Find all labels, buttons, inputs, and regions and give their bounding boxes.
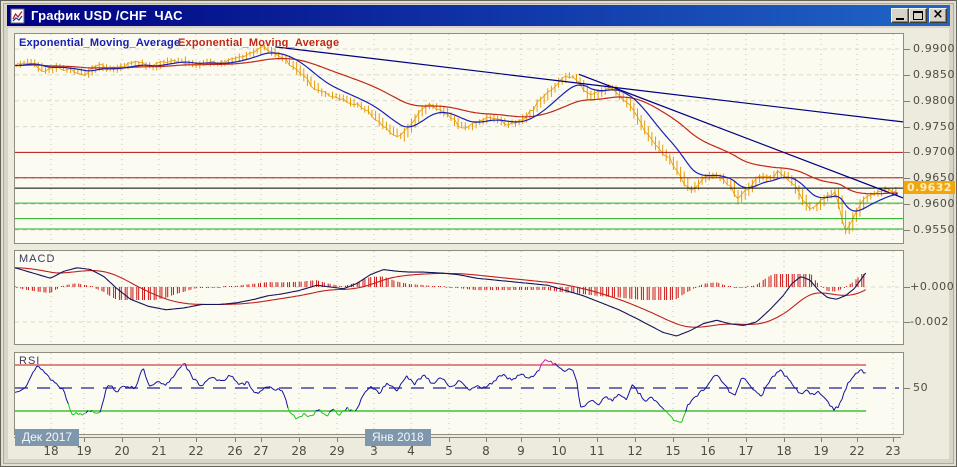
date-axis-tick xyxy=(122,438,123,442)
date-axis-label: 26 xyxy=(222,444,248,458)
date-axis-label: 15 xyxy=(660,444,686,458)
date-axis-label: 20 xyxy=(109,444,135,458)
date-axis-label: 8 xyxy=(473,444,499,458)
price-axis-label: 0.9900 xyxy=(913,42,955,55)
date-axis-label: 10 xyxy=(546,444,572,458)
date-axis-tick xyxy=(337,438,338,442)
price-axis-tick xyxy=(904,204,910,205)
date-axis-label: 18 xyxy=(771,444,797,458)
price-axis-label: 0.9600 xyxy=(913,197,955,210)
date-axis-tick xyxy=(521,438,522,442)
date-axis-tick xyxy=(708,438,709,442)
date-axis-tick xyxy=(261,438,262,442)
rsi-axis-label: 50 xyxy=(913,381,928,394)
price-axis-tick xyxy=(904,230,910,231)
date-axis-tick xyxy=(84,438,85,442)
date-axis-line xyxy=(14,437,901,438)
date-axis-label: 4 xyxy=(398,444,424,458)
price-axis-label: 0.9550 xyxy=(913,223,955,236)
date-axis-tick xyxy=(235,438,236,442)
date-axis-label: 11 xyxy=(584,444,610,458)
date-axis-tick xyxy=(635,438,636,442)
date-axis-label: 16 xyxy=(695,444,721,458)
price-axis-tick xyxy=(904,127,910,128)
date-axis-label: 17 xyxy=(733,444,759,458)
chart-window: График USD /CHF ЧАС × Exponential_Moving… xyxy=(0,0,957,467)
month-badge: Янв 2018 xyxy=(365,429,431,446)
price-axis-tick xyxy=(904,49,910,50)
date-axis-tick xyxy=(449,438,450,442)
axes-layer: 0.99000.98500.98000.97500.97000.96500.96… xyxy=(0,0,957,467)
date-axis-tick xyxy=(821,438,822,442)
date-axis-label: 28 xyxy=(286,444,312,458)
date-axis-label: 3 xyxy=(361,444,387,458)
date-axis-tick xyxy=(299,438,300,442)
date-axis-tick xyxy=(597,438,598,442)
date-axis-tick xyxy=(893,438,894,442)
date-axis-label: 21 xyxy=(146,444,172,458)
date-axis-tick xyxy=(746,438,747,442)
date-axis-label: 22 xyxy=(844,444,870,458)
date-axis-label: 19 xyxy=(71,444,97,458)
date-axis-label: 12 xyxy=(622,444,648,458)
rsi-axis-tick xyxy=(904,388,910,389)
month-badge: Дек 2017 xyxy=(15,429,79,446)
price-axis-tick xyxy=(904,152,910,153)
ema-fast-legend: Exponential_Moving_Average xyxy=(19,37,180,49)
date-axis-tick xyxy=(559,438,560,442)
date-axis-tick xyxy=(486,438,487,442)
price-axis-label: 0.9700 xyxy=(913,145,955,158)
date-axis-tick xyxy=(673,438,674,442)
date-axis-label: 19 xyxy=(808,444,834,458)
date-axis-tick xyxy=(857,438,858,442)
date-axis-label: 18 xyxy=(38,444,64,458)
current-price-tag: 0.9632 xyxy=(904,181,955,194)
ema-slow-legend: Exponential_Moving_Average xyxy=(178,37,339,49)
macd-axis-label: -0.002 xyxy=(910,315,949,328)
price-axis-tick xyxy=(904,101,910,102)
date-axis-label: 22 xyxy=(183,444,209,458)
price-axis-tick xyxy=(904,75,910,76)
macd-axis-label: +0.000 xyxy=(910,280,954,293)
date-axis-label: 27 xyxy=(248,444,274,458)
date-axis-tick xyxy=(784,438,785,442)
date-axis-label: 23 xyxy=(880,444,906,458)
date-axis-label: 5 xyxy=(436,444,462,458)
date-axis-tick xyxy=(159,438,160,442)
price-axis-label: 0.9850 xyxy=(913,68,955,81)
price-axis-label: 0.9800 xyxy=(913,94,955,107)
price-axis-label: 0.9750 xyxy=(913,120,955,133)
date-axis-label: 9 xyxy=(508,444,534,458)
price-axis-tick xyxy=(904,178,910,179)
date-axis-tick xyxy=(196,438,197,442)
date-axis-label: 29 xyxy=(324,444,350,458)
rsi-label: RSI xyxy=(19,355,40,367)
macd-label: MACD xyxy=(19,253,55,265)
